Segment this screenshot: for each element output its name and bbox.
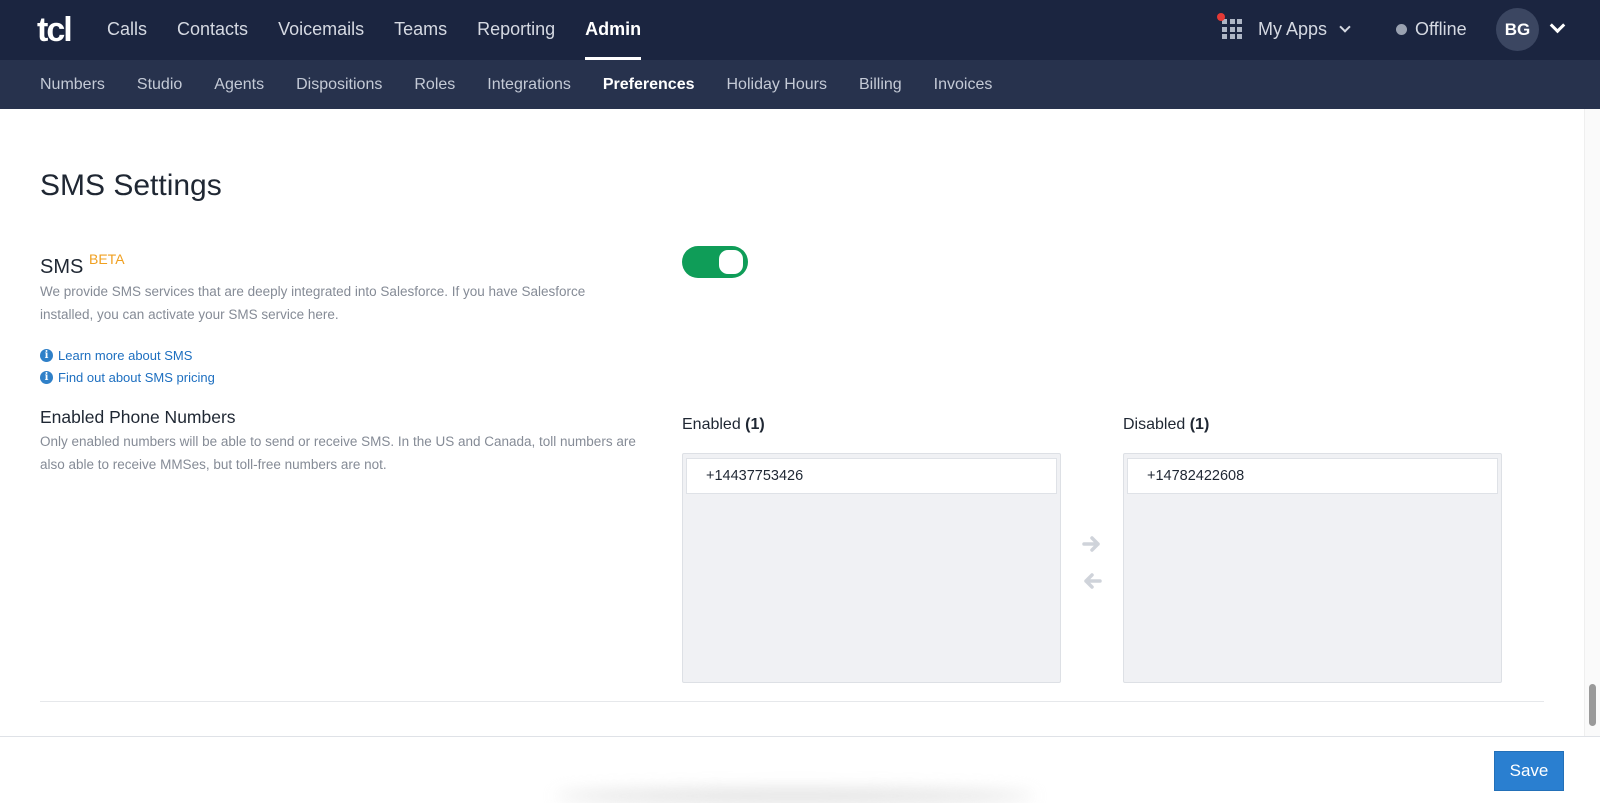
arrow-left-icon[interactable] [1082,571,1102,591]
subnav-numbers[interactable]: Numbers [24,60,121,109]
footer-bar: Save [0,736,1600,803]
sms-label: SMS [40,256,84,278]
nav-admin[interactable]: Admin [570,0,656,60]
info-icon: i [40,349,53,362]
save-button[interactable]: Save [1494,751,1564,791]
enabled-numbers-list[interactable]: +14437753426 [682,453,1061,683]
disabled-list-count: (1) [1189,416,1210,433]
learn-more-sms-link[interactable]: i Learn more about SMS [40,348,192,363]
my-apps-label: My Apps [1258,18,1328,39]
subnav-studio[interactable]: Studio [121,60,198,109]
subnav-billing[interactable]: Billing [843,60,918,109]
nav-contacts[interactable]: Contacts [162,0,263,60]
toggle-knob [719,250,743,274]
account-menu-chevron-icon[interactable] [1549,17,1566,34]
section-divider [40,701,1544,702]
chevron-down-icon [1339,20,1351,33]
disabled-list-title: Disabled [1123,416,1186,433]
subnav-agents[interactable]: Agents [198,60,280,109]
enabled-numbers-label: Enabled Phone Numbers [40,407,236,427]
subnav-integrations[interactable]: Integrations [471,60,587,109]
apps-grid-icon [1217,13,1242,39]
nav-calls[interactable]: Calls [92,0,162,60]
admin-subnav-bar: Numbers Studio Agents Dispositions Roles… [0,60,1600,109]
notification-dot-icon [1217,13,1225,21]
footer-shadow [555,789,1035,803]
main-content: SMS Settings SMS BETA We provide SMS ser… [0,109,1600,736]
enabled-list-header: Enabled (1) [682,416,765,434]
sms-pricing-label: Find out about SMS pricing [58,370,215,385]
nav-teams[interactable]: Teams [379,0,462,60]
disabled-list-header: Disabled (1) [1123,416,1209,434]
status-label: Offline [1415,18,1467,39]
sms-pricing-link[interactable]: i Find out about SMS pricing [40,370,215,385]
subnav-invoices[interactable]: Invoices [918,60,1009,109]
subnav-preferences[interactable]: Preferences [587,60,711,109]
list-item[interactable]: +14437753426 [686,458,1057,494]
app-logo[interactable]: tcl [37,13,73,47]
enabled-list-count: (1) [745,416,765,433]
enabled-numbers-description: Only enabled numbers will be able to sen… [40,434,636,472]
nav-voicemails[interactable]: Voicemails [263,0,379,60]
subnav-holiday-hours[interactable]: Holiday Hours [711,60,843,109]
enabled-list-title: Enabled [682,416,741,433]
top-navbar: tcl Calls Contacts Voicemails Teams Repo… [0,0,1600,60]
sms-description: We provide SMS services that are deeply … [40,284,586,322]
info-icon: i [40,371,53,384]
scrollbar-thumb[interactable] [1589,684,1596,726]
my-apps-menu[interactable]: My Apps [1217,0,1351,58]
primary-nav: Calls Contacts Voicemails Teams Reportin… [92,0,656,60]
sms-toggle[interactable] [682,246,748,278]
subnav-roles[interactable]: Roles [398,60,471,109]
scrollbar-track[interactable] [1584,109,1600,736]
page-title: SMS Settings [40,169,222,202]
status-dot-icon [1396,23,1407,35]
list-item[interactable]: +14782422608 [1127,458,1498,494]
subnav-dispositions[interactable]: Dispositions [280,60,398,109]
avatar[interactable]: BG [1496,8,1539,51]
learn-more-sms-label: Learn more about SMS [58,348,193,363]
nav-reporting[interactable]: Reporting [462,0,570,60]
beta-badge: BETA [89,251,125,267]
arrow-right-icon[interactable] [1082,534,1102,554]
admin-subnav: Numbers Studio Agents Dispositions Roles… [24,60,1008,109]
status-selector[interactable]: Offline [1396,0,1467,58]
disabled-numbers-list[interactable]: +14782422608 [1123,453,1502,683]
